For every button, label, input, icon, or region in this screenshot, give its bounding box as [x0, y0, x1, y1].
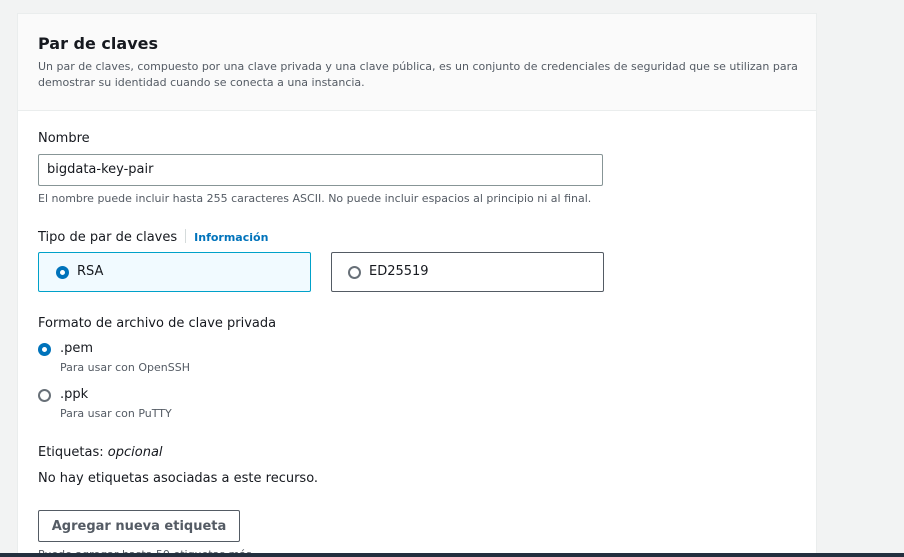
key-type-ed25519-label: ED25519: [369, 264, 429, 279]
page-background-right: [818, 0, 904, 557]
key-type-rsa-label: RSA: [77, 264, 104, 279]
panel-header: Par de claves Un par de claves, compuest…: [18, 14, 816, 111]
ppk-option-label[interactable]: .ppk: [60, 387, 88, 402]
key-pair-panel: Par de claves Un par de claves, compuest…: [17, 13, 817, 557]
name-label: Nombre: [38, 131, 90, 146]
info-link[interactable]: Información: [194, 231, 268, 244]
info-separator: [185, 229, 187, 243]
key-type-label-row: Tipo de par de claves Información: [38, 229, 268, 245]
tags-empty-text: No hay etiquetas asociadas a este recurs…: [38, 471, 319, 486]
panel-description: Un par de claves, compuesto por una clav…: [38, 60, 798, 89]
pem-option-label[interactable]: .pem: [60, 341, 93, 356]
key-type-tile-ed25519[interactable]: ED25519: [331, 252, 604, 292]
radio-ppk-icon[interactable]: [38, 389, 51, 402]
file-format-label: Formato de archivo de clave privada: [38, 316, 277, 331]
page-background-left: [0, 0, 17, 557]
radio-pem-icon[interactable]: [38, 343, 51, 356]
name-hint: El nombre puede incluir hasta 255 caract…: [38, 192, 592, 205]
add-tag-button[interactable]: Agregar nueva etiqueta: [38, 510, 240, 542]
pem-option-hint: Para usar con OpenSSH: [60, 361, 190, 374]
tags-label: Etiquetas:: [38, 445, 104, 460]
tags-label-row: Etiquetas: opcional: [38, 445, 163, 460]
key-type-label: Tipo de par de claves: [38, 230, 178, 245]
key-pair-name-input[interactable]: bigdata-key-pair: [38, 154, 603, 186]
bottom-bar: [0, 553, 904, 557]
radio-unchecked-icon[interactable]: [348, 266, 361, 279]
tags-optional: opcional: [107, 445, 163, 460]
ppk-option-hint: Para usar con PuTTY: [60, 407, 172, 420]
radio-checked-icon[interactable]: [56, 266, 69, 279]
key-type-tile-rsa[interactable]: RSA: [38, 252, 311, 292]
panel-title: Par de claves: [38, 34, 158, 53]
